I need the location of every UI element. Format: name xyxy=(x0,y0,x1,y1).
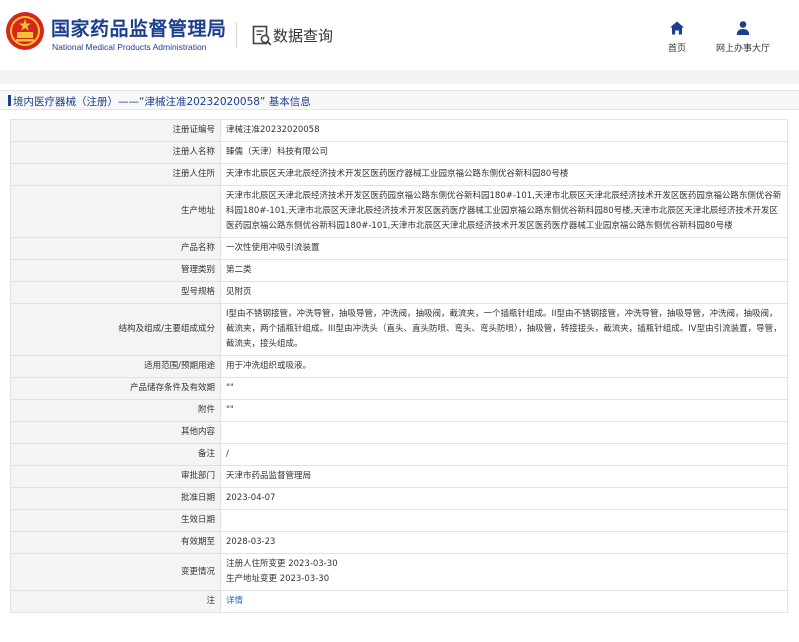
management-category: 第二类 xyxy=(220,259,788,282)
intended-use: 用于冲洗组织或吸液。 xyxy=(220,355,788,378)
other-content xyxy=(220,421,788,444)
registration-number: 津械注准20232020058 xyxy=(220,119,788,142)
row-label: 有效期至 xyxy=(10,531,221,554)
row-label: 其他内容 xyxy=(10,421,221,444)
row-label: 批准日期 xyxy=(10,487,221,510)
row-label: 型号规格 xyxy=(10,281,221,304)
table-row: 注详情 xyxy=(10,590,788,613)
row-label: 注 xyxy=(10,590,221,613)
model-spec: 见附页 xyxy=(220,281,788,304)
device-detail-table: 注册证编号 津械注准20232020058 注册人名称 臻儒（天津）科技有限公司 注… xyxy=(10,119,788,613)
approval-department: 天津市药品监督管理局 xyxy=(220,465,788,488)
table-row: 注册证编号 津械注准20232020058 xyxy=(10,119,788,142)
row-label: 结构及组成/主要组成成分 xyxy=(10,303,221,356)
section-title: 数据查询 xyxy=(273,27,334,45)
table-row: 注册人名称 臻儒（天津）科技有限公司 xyxy=(10,141,788,164)
table-row: 备注 / xyxy=(10,443,788,466)
row-label: 管理类别 xyxy=(10,259,221,282)
structure-composition: I型由不锈钢接管，冲洗导管，抽吸导管，冲洗阀，抽吸阀，截流夹，一个插瓶针组成。I… xyxy=(220,303,788,356)
table-row: 批准日期 2023-04-07 xyxy=(10,487,788,510)
nav-home-label: 首页 xyxy=(667,44,686,54)
table-row: 适用范围/预期用途 用于冲洗组织或吸液。 xyxy=(10,355,788,378)
row-label: 备注 xyxy=(10,443,221,466)
table-row: 结构及组成/主要组成成分 I型由不锈钢接管，冲洗导管，抽吸导管，冲洗阀，抽吸阀，截… xyxy=(10,303,788,356)
site-title[interactable]: 国家药品监督管理局 xyxy=(51,14,227,41)
table-row: 注册人住所 天津市北辰区天津北辰经济技术开发区医药医疗器械工业园京福公路东侧优谷新… xyxy=(10,163,788,186)
table-row: 变更情况 注册人住所变更 2023-03-30 生产地址变更 2023-03-30 xyxy=(10,553,788,591)
national-emblem-icon xyxy=(6,12,44,50)
row-label: 注册人名称 xyxy=(10,141,221,164)
row-label: 注册证编号 xyxy=(10,119,221,142)
change-history: 注册人住所变更 2023-03-30 生产地址变更 2023-03-30 xyxy=(226,559,338,584)
user-icon xyxy=(736,21,750,35)
site-subtitle-en: National Medical Products Administration xyxy=(52,42,207,52)
table-row: 管理类别 第二类 xyxy=(10,259,788,282)
remarks: / xyxy=(220,443,788,466)
valid-until: 2028-03-23 xyxy=(220,531,788,554)
site-header: 国家药品监督管理局 National Medical Products Admi… xyxy=(0,0,799,70)
table-row: 附件 "" xyxy=(10,399,788,422)
breadcrumb: 境内医疗器械（注册）——“津械注准20232020058” 基本信息 xyxy=(0,90,799,110)
nav-online-office-label: 网上办事大厅 xyxy=(715,44,770,54)
registrant-name: 臻儒（天津）科技有限公司 xyxy=(220,141,788,164)
effective-date xyxy=(220,509,788,532)
row-label: 产品名称 xyxy=(10,237,221,260)
registrant-address: 天津市北辰区天津北辰经济技术开发区医药医疗器械工业园京福公路东侧优谷新科园80号… xyxy=(220,163,788,186)
row-label: 变更情况 xyxy=(10,553,221,591)
nav-online-office-link[interactable]: 网上办事大厅 xyxy=(712,20,774,54)
table-row: 型号规格 见附页 xyxy=(10,281,788,304)
row-label: 生效日期 xyxy=(10,509,221,532)
nav-home-link[interactable]: 首页 xyxy=(664,20,690,54)
row-label: 附件 xyxy=(10,399,221,422)
table-row: 生效日期 xyxy=(10,509,788,532)
row-label: 生产地址 xyxy=(10,185,221,238)
table-row: 其他内容 xyxy=(10,421,788,444)
breadcrumb-marker xyxy=(8,95,11,106)
header-divider xyxy=(236,22,237,48)
row-label: 适用范围/预期用途 xyxy=(10,355,221,378)
table-row: 生产地址 天津市北辰区天津北辰经济技术开发区医药园京福公路东侧优谷新科园180#-… xyxy=(10,185,788,238)
table-row: 产品储存条件及有效期 "" xyxy=(10,377,788,400)
attachments: "" xyxy=(220,399,788,422)
header-separator-band xyxy=(0,70,799,84)
table-row: 产品名称 一次性使用冲吸引流装置 xyxy=(10,237,788,260)
production-address: 天津市北辰区天津北辰经济技术开发区医药园京福公路东侧优谷新科园180#-101,… xyxy=(220,185,788,238)
data-query-icon xyxy=(252,25,272,46)
table-row: 有效期至 2028-03-23 xyxy=(10,531,788,554)
row-label: 审批部门 xyxy=(10,465,221,488)
breadcrumb-text: 境内医疗器械（注册）——“津械注准20232020058” 基本信息 xyxy=(13,96,311,108)
approval-date: 2023-04-07 xyxy=(220,487,788,510)
details-link[interactable]: 详情 xyxy=(220,590,788,613)
row-label: 产品储存条件及有效期 xyxy=(10,377,221,400)
home-icon xyxy=(670,21,684,35)
table-row: 审批部门 天津市药品监督管理局 xyxy=(10,465,788,488)
row-label: 注册人住所 xyxy=(10,163,221,186)
product-name: 一次性使用冲吸引流装置 xyxy=(220,237,788,260)
storage-and-validity: "" xyxy=(220,377,788,400)
